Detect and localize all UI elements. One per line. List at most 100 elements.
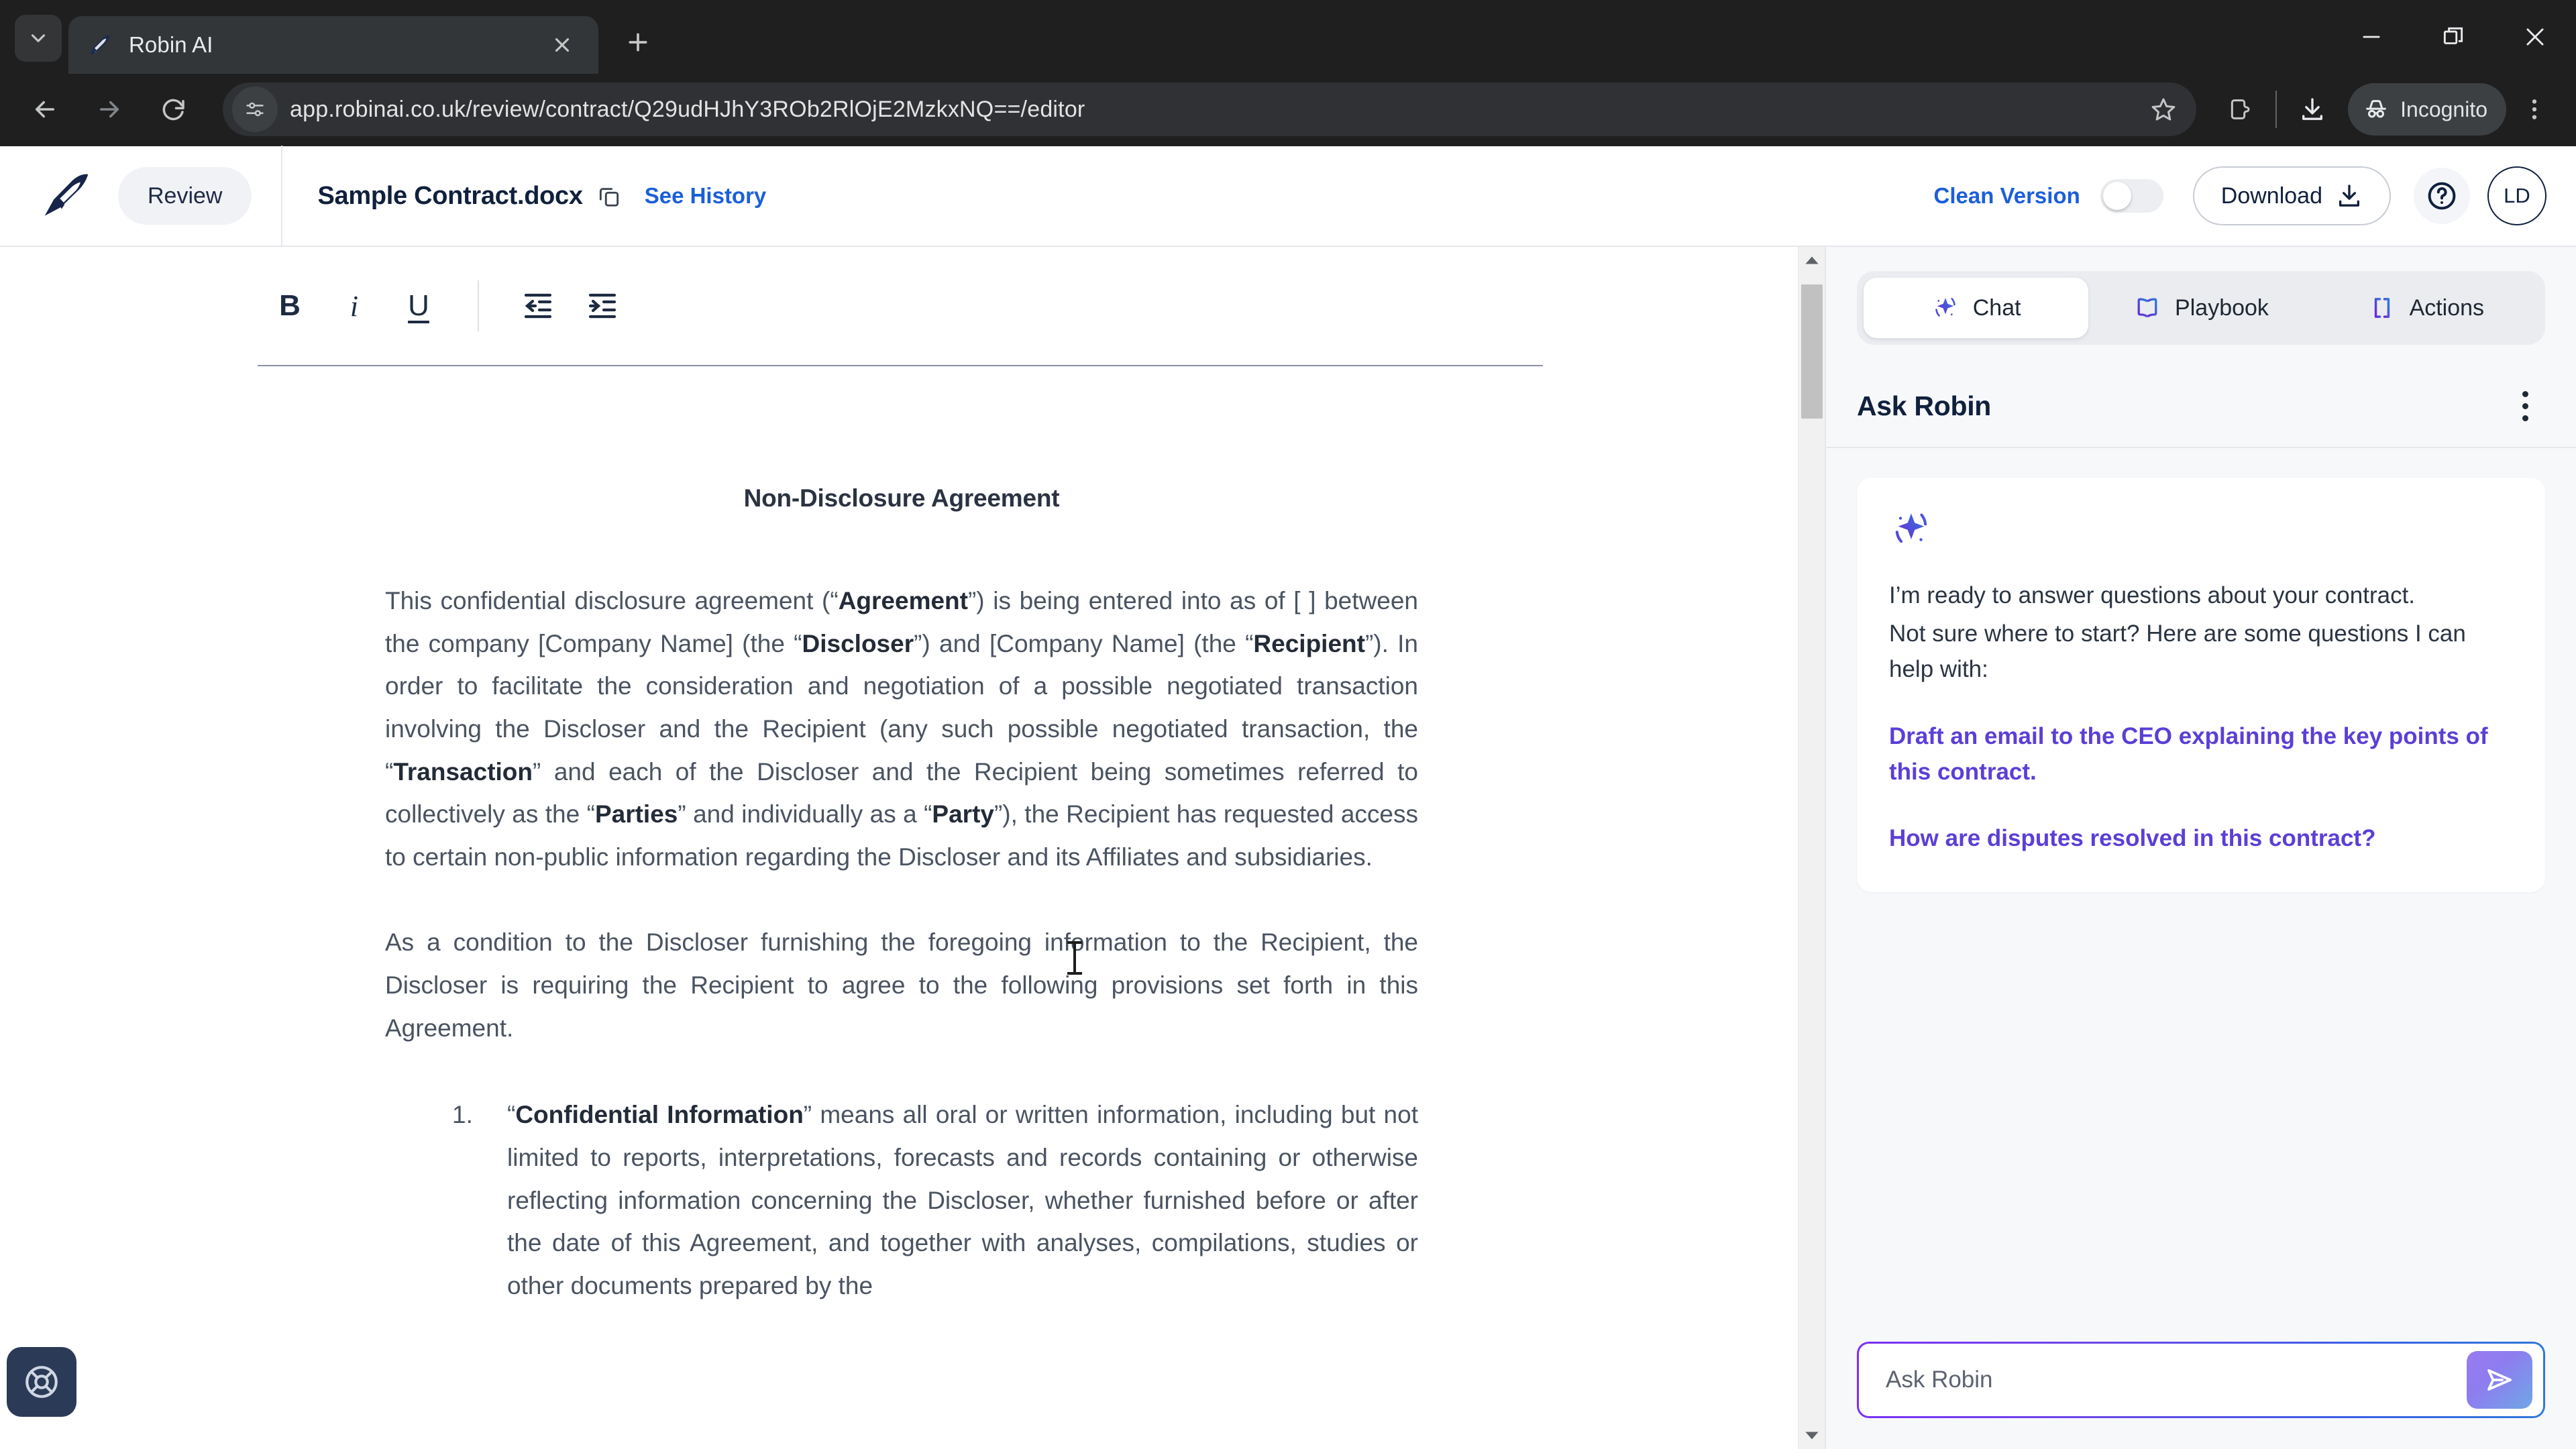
toolbar-divider <box>2275 91 2277 128</box>
list-item: 1. “Confidential Information” means all … <box>452 1093 1418 1307</box>
help-button[interactable] <box>2414 168 2470 224</box>
incognito-indicator[interactable]: Incognito <box>2348 83 2506 136</box>
tab-actions[interactable]: Actions <box>2314 278 2538 338</box>
three-dots-vertical-icon <box>2532 99 2537 119</box>
suggestion-prompt-1[interactable]: Draft an email to the CEO explaining the… <box>1889 718 2513 790</box>
header-divider <box>281 146 283 246</box>
text-cursor <box>1067 941 1082 975</box>
browser-toolbar: app.robinai.co.uk/review/contract/Q29udH… <box>0 74 2576 146</box>
three-dots-vertical-icon <box>2522 390 2528 397</box>
see-history-link[interactable]: See History <box>645 183 767 209</box>
chat-input-container: Ask Robin <box>1826 1315 2576 1449</box>
document-editor-pane: B i U Non-Disclosure Agreement This conf… <box>0 247 1825 1449</box>
support-fab-button[interactable] <box>7 1347 76 1417</box>
underline-button[interactable]: U <box>386 274 451 338</box>
document-scroll-area[interactable]: B i U Non-Disclosure Agreement This conf… <box>0 247 1825 1449</box>
clean-version-toggle[interactable] <box>2100 179 2163 213</box>
star-icon[interactable] <box>2140 86 2187 133</box>
document-scrollbar[interactable] <box>1798 247 1825 1449</box>
scrollbar-track[interactable] <box>1799 274 1825 1422</box>
outdent-button[interactable] <box>506 274 570 338</box>
close-window-button[interactable] <box>2494 0 2576 74</box>
assistant-message-text: I’m ready to answer questions about your… <box>1889 578 2513 688</box>
copy-icon[interactable] <box>596 183 622 209</box>
scroll-down-button[interactable] <box>1799 1422 1825 1449</box>
send-button[interactable] <box>2467 1351 2532 1409</box>
page-title: Sample Contract.docx <box>317 181 583 210</box>
document-title-group: Sample Contract.docx <box>317 182 621 211</box>
editor-formatting-toolbar: B i U <box>0 247 1825 365</box>
avatar-initials: LD <box>2504 184 2530 207</box>
sparkle-icon <box>1935 297 1955 317</box>
chat-input-border: Ask Robin <box>1857 1342 2545 1418</box>
downloads-button[interactable] <box>2286 83 2339 136</box>
bold-button[interactable]: B <box>258 274 322 338</box>
site-settings-icon[interactable] <box>232 87 278 132</box>
robin-bird-icon <box>86 31 114 59</box>
lifebuoy-icon <box>25 1366 58 1398</box>
forward-button[interactable] <box>82 82 137 137</box>
address-bar[interactable]: app.robinai.co.uk/review/contract/Q29udH… <box>223 83 2197 136</box>
document-heading: Non-Disclosure Agreement <box>743 484 1060 512</box>
forward-arrow-icon <box>100 101 119 118</box>
scroll-up-button[interactable] <box>1799 247 1825 274</box>
tab-title: Robin AI <box>129 32 213 57</box>
question-circle-icon <box>2428 182 2456 210</box>
book-icon <box>2137 298 2157 318</box>
download-button[interactable]: Download <box>2192 166 2391 225</box>
reload-button[interactable] <box>146 82 201 137</box>
outdent-icon <box>524 293 552 319</box>
tab-playbook[interactable]: Playbook <box>2088 278 2313 338</box>
review-tab[interactable]: Review <box>118 167 252 225</box>
tab-chat[interactable]: Chat <box>1864 278 2089 338</box>
chat-options-button[interactable] <box>2505 380 2545 431</box>
scrollbar-thumb[interactable] <box>1801 284 1823 419</box>
chevron-down-icon <box>1805 1432 1819 1440</box>
browser-window: Robin AI app.robinai.co.uk/review/contra… <box>0 0 2576 1449</box>
back-button[interactable] <box>17 82 72 137</box>
robin-bird-logo[interactable] <box>38 167 95 225</box>
maximize-icon <box>2443 27 2463 44</box>
close-icon <box>2526 28 2544 46</box>
toolbar-divider <box>478 280 479 331</box>
indent-button[interactable] <box>570 274 635 338</box>
clean-version-label: Clean Version <box>1933 183 2080 208</box>
document-paragraph: This confidential disclosure agreement (… <box>385 587 1418 871</box>
extensions-button[interactable] <box>2214 83 2266 136</box>
extensions-icon <box>2231 99 2250 119</box>
italic-button[interactable]: i <box>322 274 386 338</box>
tab-strip: Robin AI <box>0 0 2576 74</box>
download-icon <box>2339 184 2359 207</box>
browser-tab[interactable]: Robin AI <box>68 16 598 74</box>
close-icon[interactable] <box>543 26 581 64</box>
list-item-text: “Confidential Information” means all ora… <box>507 1101 1418 1299</box>
send-icon <box>2487 1369 2512 1391</box>
suggestion-prompt-2[interactable]: How are disputes resolved in this contra… <box>1889 820 2513 856</box>
chat-tabs: Chat Playbook Actions <box>1857 271 2545 345</box>
sparkle-icon <box>1895 513 1927 543</box>
minimize-button[interactable] <box>2330 0 2412 74</box>
browser-menu-button[interactable] <box>2510 83 2559 136</box>
chevron-up-icon <box>1805 256 1819 264</box>
ask-robin-input[interactable]: Ask Robin <box>1859 1344 2543 1416</box>
download-label: Download <box>2220 182 2322 209</box>
document-page: Non-Disclosure Agreement This confidenti… <box>0 366 1825 1307</box>
review-label: Review <box>148 182 223 209</box>
document-paragraph: As a condition to the Discloser furnishi… <box>385 928 1418 1042</box>
robin-ai-app: Review Sample Contract.docx See History … <box>0 146 2576 1449</box>
chat-panel-header: Ask Robin <box>1826 365 2576 448</box>
tab-playbook-label: Playbook <box>2175 294 2269 321</box>
list-item-number: 1. <box>452 1101 473 1129</box>
indent-icon <box>588 293 616 319</box>
document-content[interactable]: Non-Disclosure Agreement This confidenti… <box>385 484 1418 1307</box>
toggle-knob <box>2102 182 2131 210</box>
download-icon <box>2302 98 2323 120</box>
header-actions: Clean Version Download LD <box>1934 166 2546 225</box>
avatar[interactable]: LD <box>2487 166 2546 225</box>
maximize-button[interactable] <box>2412 0 2494 74</box>
url-text: app.robinai.co.uk/review/contract/Q29udH… <box>290 96 1085 122</box>
tab-search-button[interactable] <box>15 15 62 62</box>
assistant-message-line-1: I’m ready to answer questions about your… <box>1889 582 2416 608</box>
new-tab-button[interactable] <box>613 17 663 67</box>
chat-messages: I’m ready to answer questions about your… <box>1826 448 2576 1315</box>
